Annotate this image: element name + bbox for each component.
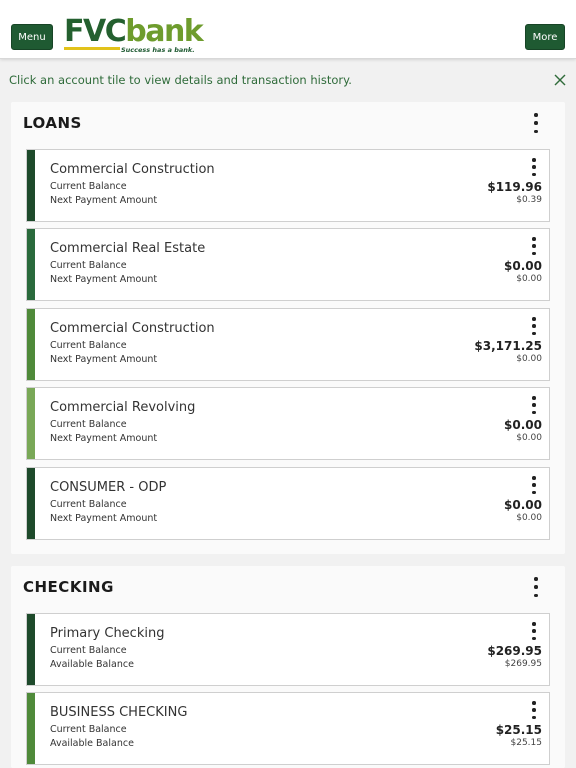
secondary-label: Next Payment Amount bbox=[50, 513, 158, 524]
logo-tagline: Success has a bank. bbox=[121, 46, 195, 54]
account-tile[interactable]: CONSUMER - ODP Current Balance Next Paym… bbox=[26, 467, 550, 540]
account-name: BUSINESS CHECKING bbox=[50, 705, 188, 720]
secondary-value: $0.00 bbox=[516, 274, 542, 284]
kebab-icon[interactable] bbox=[529, 701, 539, 719]
close-icon[interactable] bbox=[553, 73, 567, 87]
logo-wordmark: FVC bank bbox=[64, 14, 204, 49]
balance-value: $0.00 bbox=[504, 259, 542, 273]
account-tile[interactable]: Commercial Real Estate Current Balance N… bbox=[26, 228, 550, 301]
app-header: Menu FVC bank Success has a bank. More bbox=[0, 0, 576, 59]
kebab-icon[interactable] bbox=[531, 113, 541, 133]
account-name: Commercial Construction bbox=[50, 321, 215, 336]
logo-bank: bank bbox=[125, 14, 204, 49]
kebab-icon[interactable] bbox=[529, 237, 539, 255]
notice-text: Click an account tile to view details an… bbox=[9, 73, 352, 87]
account-name: CONSUMER - ODP bbox=[50, 480, 167, 495]
balance-value: $119.96 bbox=[487, 180, 542, 194]
secondary-value: $0.00 bbox=[516, 354, 542, 364]
secondary-label: Next Payment Amount bbox=[50, 433, 158, 444]
tile-color-bar bbox=[27, 309, 35, 380]
balance-label: Current Balance bbox=[50, 724, 127, 735]
secondary-value: $0.00 bbox=[516, 513, 542, 523]
balance-label: Current Balance bbox=[50, 499, 127, 510]
balance-value: $0.00 bbox=[504, 418, 542, 432]
tile-color-bar bbox=[27, 229, 35, 300]
logo-rule bbox=[64, 47, 120, 50]
secondary-label: Available Balance bbox=[50, 659, 134, 670]
tile-color-bar bbox=[27, 614, 35, 685]
account-tile[interactable]: Commercial Construction Current Balance … bbox=[26, 149, 550, 222]
section-loans: LOANS Commercial Construction Current Ba… bbox=[11, 102, 565, 554]
account-name: Commercial Real Estate bbox=[50, 241, 206, 256]
account-name: Commercial Revolving bbox=[50, 400, 196, 415]
kebab-icon[interactable] bbox=[529, 476, 539, 494]
kebab-icon[interactable] bbox=[529, 158, 539, 176]
kebab-icon[interactable] bbox=[529, 317, 539, 335]
section-checking: CHECKING Primary Checking Current Balanc… bbox=[11, 566, 565, 768]
tile-color-bar bbox=[27, 150, 35, 221]
balance-label: Current Balance bbox=[50, 645, 127, 656]
balance-value: $269.95 bbox=[487, 644, 542, 658]
section-title: CHECKING bbox=[23, 578, 114, 596]
kebab-icon[interactable] bbox=[529, 622, 539, 640]
balance-value: $0.00 bbox=[504, 498, 542, 512]
account-name: Commercial Construction bbox=[50, 162, 215, 177]
secondary-value: $0.39 bbox=[516, 195, 542, 205]
more-button[interactable]: More bbox=[525, 24, 565, 50]
account-tile[interactable]: Commercial Construction Current Balance … bbox=[26, 308, 550, 381]
balance-label: Current Balance bbox=[50, 181, 127, 192]
tile-color-bar bbox=[27, 693, 35, 764]
balance-label: Current Balance bbox=[50, 260, 127, 271]
secondary-value: $0.00 bbox=[516, 433, 542, 443]
secondary-label: Available Balance bbox=[50, 738, 134, 749]
tile-color-bar bbox=[27, 388, 35, 459]
kebab-icon[interactable] bbox=[531, 577, 541, 597]
kebab-icon[interactable] bbox=[529, 396, 539, 414]
account-tile[interactable]: Primary Checking Current Balance Availab… bbox=[26, 613, 550, 686]
account-tile[interactable]: BUSINESS CHECKING Current Balance Availa… bbox=[26, 692, 550, 765]
balance-label: Current Balance bbox=[50, 419, 127, 430]
balance-value: $25.15 bbox=[495, 723, 542, 737]
fvcbank-logo: FVC bank Success has a bank. bbox=[64, 14, 204, 56]
menu-button[interactable]: Menu bbox=[11, 24, 53, 50]
logo-fvc: FVC bbox=[64, 14, 127, 49]
tile-color-bar bbox=[27, 468, 35, 539]
section-title: LOANS bbox=[23, 114, 82, 132]
secondary-label: Next Payment Amount bbox=[50, 195, 158, 206]
secondary-value: $25.15 bbox=[510, 738, 543, 748]
balance-value: $3,171.25 bbox=[474, 339, 542, 353]
secondary-value: $269.95 bbox=[504, 659, 542, 669]
account-tile[interactable]: Commercial Revolving Current Balance Nex… bbox=[26, 387, 550, 460]
secondary-label: Next Payment Amount bbox=[50, 274, 158, 285]
secondary-label: Next Payment Amount bbox=[50, 354, 158, 365]
account-name: Primary Checking bbox=[50, 626, 165, 641]
balance-label: Current Balance bbox=[50, 340, 127, 351]
